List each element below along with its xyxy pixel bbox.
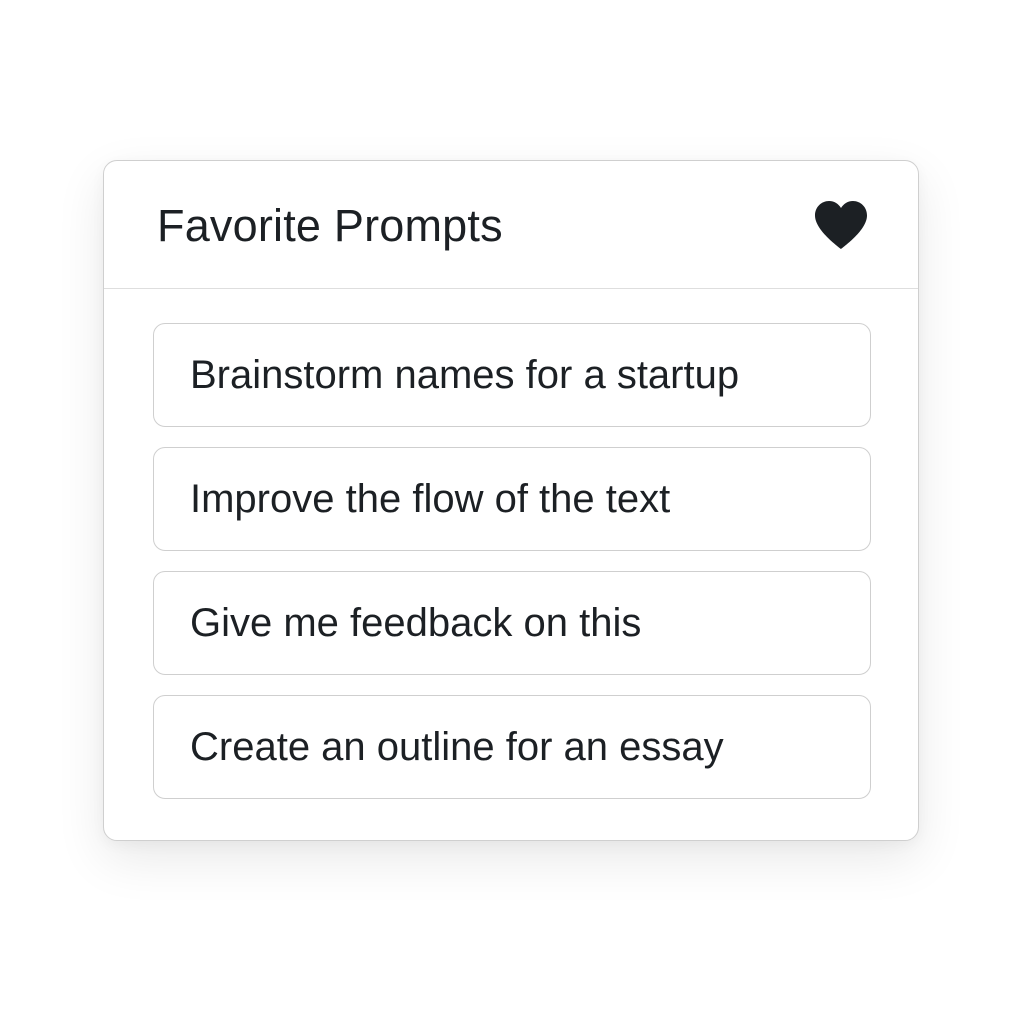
prompt-list: Brainstorm names for a startup Improve t… xyxy=(153,323,871,799)
prompt-item-improve-flow[interactable]: Improve the flow of the text xyxy=(153,447,871,551)
prompt-label: Improve the flow of the text xyxy=(190,477,671,521)
favorite-prompts-panel: Favorite Prompts Brainstorm names for a … xyxy=(103,160,919,841)
panel-title: Favorite Prompts xyxy=(157,200,503,251)
prompt-label: Create an outline for an essay xyxy=(190,725,724,769)
prompt-item-give-feedback[interactable]: Give me feedback on this xyxy=(153,571,871,675)
prompt-item-brainstorm-names[interactable]: Brainstorm names for a startup xyxy=(153,323,871,427)
prompt-label: Give me feedback on this xyxy=(190,601,642,645)
panel-header: Favorite Prompts xyxy=(104,161,918,289)
heart-icon[interactable] xyxy=(812,199,870,251)
prompt-item-create-outline[interactable]: Create an outline for an essay xyxy=(153,695,871,799)
prompt-label: Brainstorm names for a startup xyxy=(190,353,740,397)
